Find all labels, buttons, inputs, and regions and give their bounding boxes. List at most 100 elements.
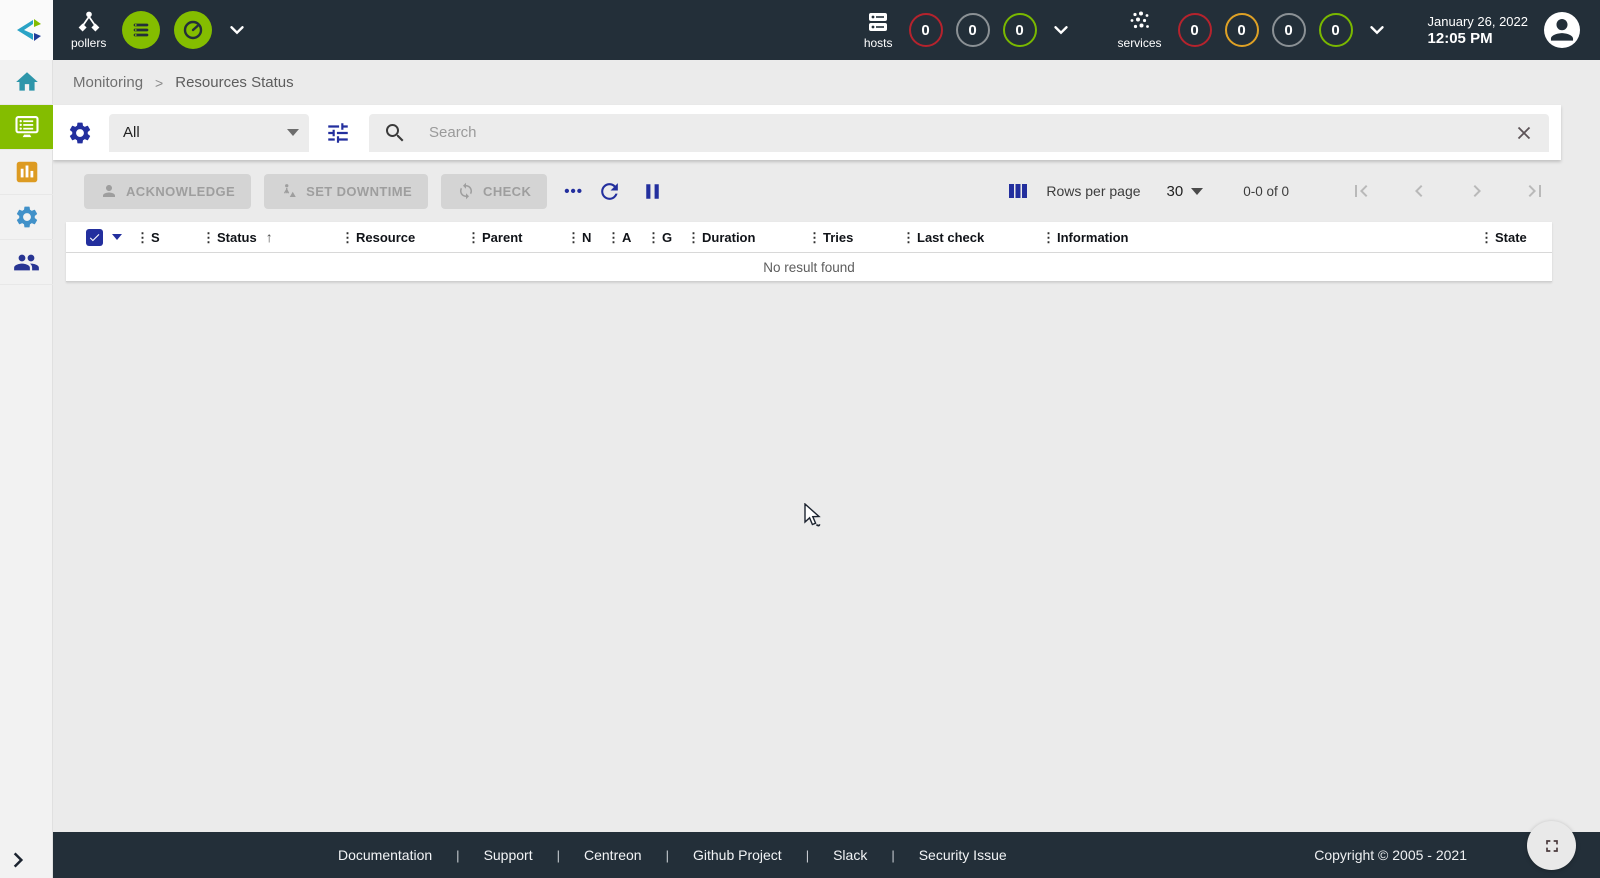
drag-handle-icon[interactable]: ⋮ bbox=[607, 231, 619, 244]
column-header-parent[interactable]: ⋮Parent bbox=[467, 230, 567, 245]
footer-separator: | bbox=[666, 848, 669, 863]
column-header-state[interactable]: ⋮State bbox=[1480, 230, 1552, 245]
clear-search-button[interactable] bbox=[1513, 122, 1535, 144]
footer-link-support[interactable]: Support bbox=[484, 847, 533, 863]
services-unknown-counter[interactable]: 0 bbox=[1272, 13, 1306, 47]
breadcrumb-monitoring[interactable]: Monitoring bbox=[73, 74, 143, 91]
sort-asc-icon[interactable]: ↑ bbox=[266, 229, 273, 245]
footer-link-github-project[interactable]: Github Project bbox=[693, 847, 782, 863]
select-caret-icon bbox=[1191, 188, 1203, 195]
poller-gauge-button[interactable] bbox=[174, 11, 212, 49]
bar-chart-icon bbox=[14, 159, 40, 185]
column-label: Tries bbox=[823, 230, 853, 245]
last-page-button[interactable] bbox=[1523, 179, 1547, 203]
drag-handle-icon[interactable]: ⋮ bbox=[902, 231, 914, 244]
footer-link-security-issue[interactable]: Security Issue bbox=[919, 847, 1007, 863]
column-header-tries[interactable]: ⋮Tries bbox=[808, 230, 902, 245]
search-input[interactable] bbox=[429, 124, 1513, 141]
acknowledge-button[interactable]: ACKNOWLEDGE bbox=[84, 174, 251, 209]
column-header-notes[interactable]: ⋮N bbox=[567, 230, 607, 245]
column-header-information[interactable]: ⋮Information bbox=[1042, 230, 1480, 245]
first-page-icon bbox=[1349, 179, 1373, 203]
column-header-status[interactable]: ⋮Status ↑ bbox=[202, 229, 341, 245]
tune-icon bbox=[325, 120, 351, 146]
sidebar-item-reporting[interactable] bbox=[0, 150, 53, 195]
pollers-expand-button[interactable] bbox=[226, 19, 248, 41]
column-header-action[interactable]: ⋮A bbox=[607, 230, 647, 245]
sidebar-item-configuration[interactable] bbox=[0, 195, 53, 240]
drag-handle-icon[interactable]: ⋮ bbox=[687, 231, 699, 244]
advanced-filters-button[interactable] bbox=[325, 120, 351, 146]
services-menu[interactable]: services bbox=[1118, 10, 1162, 50]
hosts-expand-button[interactable] bbox=[1050, 19, 1072, 41]
drag-handle-icon[interactable]: ⋮ bbox=[341, 231, 353, 244]
breadcrumb-resources-status[interactable]: Resources Status bbox=[175, 74, 293, 91]
footer-link-documentation[interactable]: Documentation bbox=[338, 847, 432, 863]
sidebar-item-administration[interactable] bbox=[0, 240, 53, 285]
services-label: services bbox=[1118, 36, 1162, 50]
footer-link-centreon[interactable]: Centreon bbox=[584, 847, 642, 863]
pause-autorefresh-button[interactable] bbox=[640, 179, 665, 204]
pagination-cluster: Rows per page 30 0-0 of 0 bbox=[1006, 179, 1561, 203]
column-header-graph[interactable]: ⋮G bbox=[647, 230, 687, 245]
drag-handle-icon[interactable]: ⋮ bbox=[808, 231, 820, 244]
hosts-unreachable-counter[interactable]: 0 bbox=[956, 13, 990, 47]
column-label: Status bbox=[217, 230, 257, 245]
sidebar-expand-button[interactable] bbox=[0, 850, 53, 870]
hosts-unreachable-count: 0 bbox=[968, 22, 976, 39]
sidebar-item-home[interactable] bbox=[0, 60, 53, 105]
home-icon bbox=[14, 69, 40, 95]
drag-handle-icon[interactable]: ⋮ bbox=[647, 231, 659, 244]
next-page-button[interactable] bbox=[1465, 179, 1489, 203]
footer-separator: | bbox=[557, 848, 560, 863]
drag-handle-icon[interactable]: ⋮ bbox=[467, 231, 479, 244]
pollers-menu[interactable]: pollers bbox=[71, 10, 106, 50]
services-warning-counter[interactable]: 0 bbox=[1225, 13, 1259, 47]
services-critical-counter[interactable]: 0 bbox=[1178, 13, 1212, 47]
more-actions-button[interactable]: ••• bbox=[564, 183, 583, 200]
last-page-icon bbox=[1523, 179, 1547, 203]
edit-columns-button[interactable] bbox=[1006, 179, 1030, 203]
chevron-down-icon bbox=[1050, 19, 1072, 41]
column-header-duration[interactable]: ⋮Duration bbox=[687, 230, 808, 245]
rows-per-page-select[interactable]: 30 bbox=[1167, 183, 1204, 200]
centreon-logo[interactable] bbox=[0, 0, 53, 60]
hosts-menu[interactable]: hosts bbox=[864, 10, 893, 50]
services-ok-count: 0 bbox=[1331, 22, 1339, 39]
services-ok-counter[interactable]: 0 bbox=[1319, 13, 1353, 47]
poller-list-button[interactable] bbox=[122, 11, 160, 49]
drag-handle-icon[interactable]: ⋮ bbox=[1042, 231, 1054, 244]
search-icon bbox=[383, 121, 407, 145]
selection-menu-button[interactable] bbox=[112, 234, 122, 240]
hosts-down-counter[interactable]: 0 bbox=[909, 13, 943, 47]
column-label: State bbox=[1495, 230, 1527, 245]
drag-handle-icon[interactable]: ⋮ bbox=[1480, 231, 1492, 244]
column-header-severity[interactable]: ⋮S bbox=[136, 230, 202, 245]
previous-page-button[interactable] bbox=[1407, 179, 1431, 203]
rows-per-page-value: 30 bbox=[1167, 183, 1184, 200]
services-expand-button[interactable] bbox=[1366, 19, 1388, 41]
hosts-up-counter[interactable]: 0 bbox=[1003, 13, 1037, 47]
check-button[interactable]: CHECK bbox=[441, 174, 547, 209]
set-downtime-button[interactable]: SET DOWNTIME bbox=[264, 174, 428, 209]
select-all-checkbox[interactable] bbox=[86, 229, 103, 246]
fullscreen-icon bbox=[1542, 836, 1562, 856]
column-header-resource[interactable]: ⋮Resource bbox=[341, 230, 467, 245]
filter-type-select[interactable]: All bbox=[109, 114, 309, 152]
refresh-button[interactable] bbox=[597, 179, 622, 204]
fullscreen-button[interactable] bbox=[1527, 821, 1576, 870]
first-page-button[interactable] bbox=[1349, 179, 1373, 203]
drag-handle-icon[interactable]: ⋮ bbox=[136, 231, 148, 244]
drag-handle-icon[interactable]: ⋮ bbox=[202, 231, 214, 244]
filter-settings-button[interactable] bbox=[67, 120, 93, 146]
sync-icon bbox=[457, 182, 475, 200]
footer-link-slack[interactable]: Slack bbox=[833, 847, 867, 863]
resources-table: ⋮S ⋮Status↑ ⋮Resource ⋮Parent ⋮N ⋮A ⋮G ⋮… bbox=[66, 222, 1552, 282]
column-header-last-check[interactable]: ⋮Last check bbox=[902, 230, 1042, 245]
table-header-row: ⋮S ⋮Status↑ ⋮Resource ⋮Parent ⋮N ⋮A ⋮G ⋮… bbox=[66, 222, 1552, 253]
user-avatar-button[interactable] bbox=[1544, 12, 1580, 48]
drag-handle-icon[interactable]: ⋮ bbox=[567, 231, 579, 244]
chevron-right-icon bbox=[1465, 179, 1489, 203]
pollers-label: pollers bbox=[71, 36, 106, 50]
sidebar-item-monitoring[interactable] bbox=[0, 105, 53, 150]
